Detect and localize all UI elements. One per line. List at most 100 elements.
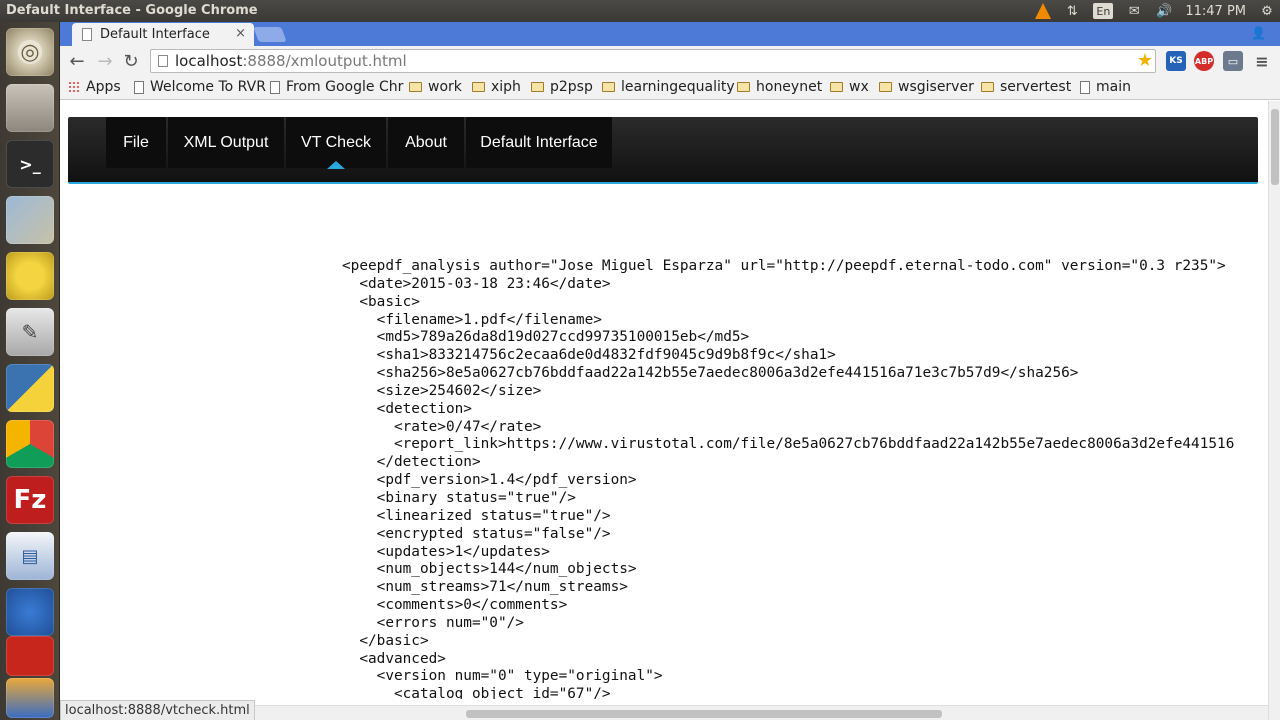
bookmark-folder-work[interactable]: work xyxy=(409,79,462,95)
keyboard-language-indicator[interactable]: En xyxy=(1093,3,1114,19)
folder-icon xyxy=(409,82,422,92)
network-icon[interactable]: ⇅ xyxy=(1063,2,1081,20)
address-bar[interactable]: localhost:8888/xmloutput.html ★ xyxy=(150,49,1156,73)
settings-gear-icon[interactable]: ⚙ xyxy=(1258,2,1276,20)
bookmark-main[interactable]: main xyxy=(1080,79,1131,95)
bookmark-label: honeynet xyxy=(756,79,823,95)
bookmark-star-icon[interactable]: ★ xyxy=(1137,50,1153,71)
text-editor-icon[interactable]: ✎ xyxy=(6,308,54,356)
tab-default-interface[interactable]: Default Interface × xyxy=(72,23,254,46)
pdf-icon[interactable] xyxy=(6,636,54,676)
xml-line: </detection> xyxy=(342,454,481,471)
xml-line: <advanced> xyxy=(342,650,446,667)
bookmark-label: Apps xyxy=(86,79,121,95)
page-icon xyxy=(1080,80,1090,94)
xml-output: <peepdf_analysis author="Jose Miguel Esp… xyxy=(342,258,1234,699)
xml-line: <num_streams>71</num_streams> xyxy=(342,579,628,596)
tab-title: Default Interface xyxy=(100,27,210,42)
nav-default-interface[interactable]: Default Interface xyxy=(466,117,612,168)
xml-line: <errors num="0"/> xyxy=(342,614,524,631)
terminal-icon[interactable]: >_ xyxy=(6,140,54,188)
xml-line: <size>254602</size> xyxy=(342,382,542,399)
browser-window: Default Interface × 👤 ← → ↻ localhost:88… xyxy=(60,22,1280,720)
files-icon[interactable] xyxy=(6,84,54,132)
wireshark-icon[interactable] xyxy=(6,588,54,636)
xml-line: <catalog object_id="67"/> xyxy=(342,686,611,699)
bookmark-label: work xyxy=(428,79,462,95)
xml-line: <updates>1</updates> xyxy=(342,543,550,560)
xml-line: <filename>1.pdf</filename> xyxy=(342,311,602,328)
bookmark-label: p2psp xyxy=(550,79,593,95)
horizontal-scroll-thumb[interactable] xyxy=(466,710,942,718)
bookmark-folder-honeynet[interactable]: honeynet xyxy=(737,79,822,95)
mail-icon[interactable]: ✉ xyxy=(1125,2,1143,20)
bookmark-from-google-chrome[interactable]: From Google Chr xyxy=(270,79,403,95)
volume-icon[interactable]: 🔊 xyxy=(1155,2,1173,20)
xml-line: <rate>0/47</rate> xyxy=(342,418,542,435)
bookmark-label: wx xyxy=(849,79,869,95)
url-host: localhost xyxy=(175,52,243,70)
bookmark-folder-wsgiserver[interactable]: wsgiserver xyxy=(879,79,974,95)
nav-vt-check[interactable]: VT Check xyxy=(286,117,386,169)
folder-icon xyxy=(981,82,994,92)
bookmark-label: Welcome To RVR xyxy=(150,79,266,95)
back-arrow-icon[interactable]: ← xyxy=(66,50,88,72)
xml-line: <comments>0</comments> xyxy=(342,597,568,614)
bookmark-label: From Google Chr xyxy=(286,79,404,95)
nav-xml-output[interactable]: XML Output xyxy=(168,117,284,168)
python-icon[interactable] xyxy=(6,364,54,412)
stack-icon[interactable] xyxy=(6,678,54,718)
page-info-icon[interactable] xyxy=(158,55,168,67)
bookmark-welcome-to-rvr[interactable]: Welcome To RVR xyxy=(134,79,266,95)
bookmark-folder-servertest[interactable]: servertest xyxy=(981,79,1071,95)
nav-file[interactable]: File xyxy=(106,117,166,168)
xml-line: <peepdf_analysis author="Jose Miguel Esp… xyxy=(342,258,1226,274)
adblock-plus-icon[interactable]: ABP xyxy=(1194,51,1214,71)
bookmark-folder-xiph[interactable]: xiph xyxy=(472,79,521,95)
nav-about[interactable]: About xyxy=(388,117,464,168)
forward-arrow-icon[interactable]: → xyxy=(94,50,116,72)
bookmarks-bar: Apps Welcome To RVR From Google Chr work… xyxy=(60,76,1280,100)
reload-icon[interactable]: ↻ xyxy=(120,50,142,72)
xml-line: <linearized status="true"/> xyxy=(342,507,611,524)
bookmark-apps[interactable]: Apps xyxy=(68,79,121,95)
bookmark-label: servertest xyxy=(1000,79,1072,95)
page-content: File XML Output VT Check About Default I… xyxy=(60,101,1268,699)
filezilla-icon[interactable]: Fz xyxy=(6,476,54,524)
xml-line: <binary status="true"/> xyxy=(342,489,576,506)
new-tab-button[interactable] xyxy=(253,27,287,42)
image-viewer-icon[interactable] xyxy=(6,196,54,244)
folder-icon xyxy=(879,82,892,92)
cast-icon[interactable]: ▭ xyxy=(1223,51,1243,71)
vertical-scrollbar[interactable] xyxy=(1268,101,1280,720)
url-path: :8888/xmloutput.html xyxy=(242,52,407,70)
chrome-icon[interactable] xyxy=(6,420,54,468)
teapot-icon[interactable] xyxy=(6,252,54,300)
bookmark-folder-wx[interactable]: wx xyxy=(830,79,869,95)
xml-line: <sha1>833214756c2ecaa6de0d4832fdf9045c9d… xyxy=(342,347,836,364)
xml-line: <pdf_version>1.4</pdf_version> xyxy=(342,472,637,489)
tab-strip: Default Interface × 👤 xyxy=(60,22,1280,46)
close-tab-icon[interactable]: × xyxy=(235,26,246,41)
extension-ks-icon[interactable]: KS xyxy=(1166,51,1186,71)
writer-icon[interactable]: ▤ xyxy=(6,532,54,580)
ubuntu-dash-icon[interactable]: ◎ xyxy=(6,28,54,76)
apps-grid-icon xyxy=(68,81,80,93)
folder-icon xyxy=(531,82,544,92)
vertical-scroll-thumb[interactable] xyxy=(1271,109,1279,185)
page-icon xyxy=(82,28,92,41)
bookmark-folder-p2psp[interactable]: p2psp xyxy=(531,79,593,95)
xml-line: <detection> xyxy=(342,400,472,417)
launcher: ◎ >_ ✎ Fz ▤ xyxy=(0,22,60,720)
window-title: Default Interface - Google Chrome xyxy=(6,3,258,18)
user-profile-icon[interactable]: 👤 xyxy=(1251,26,1266,40)
bookmark-label: xiph xyxy=(491,79,521,95)
indicators: ⇅ En ✉ 🔊 11:47 PM ⚙ xyxy=(1035,2,1276,20)
menu-icon[interactable]: ≡ xyxy=(1252,51,1272,71)
clock[interactable]: 11:47 PM xyxy=(1185,4,1246,19)
bookmark-folder-learningequality[interactable]: learningequality xyxy=(602,79,735,95)
xml-line: </basic> xyxy=(342,632,429,649)
top-panel: Default Interface - Google Chrome ⇅ En ✉… xyxy=(0,0,1280,22)
page-icon xyxy=(134,80,144,94)
vlc-icon[interactable] xyxy=(1035,3,1052,19)
